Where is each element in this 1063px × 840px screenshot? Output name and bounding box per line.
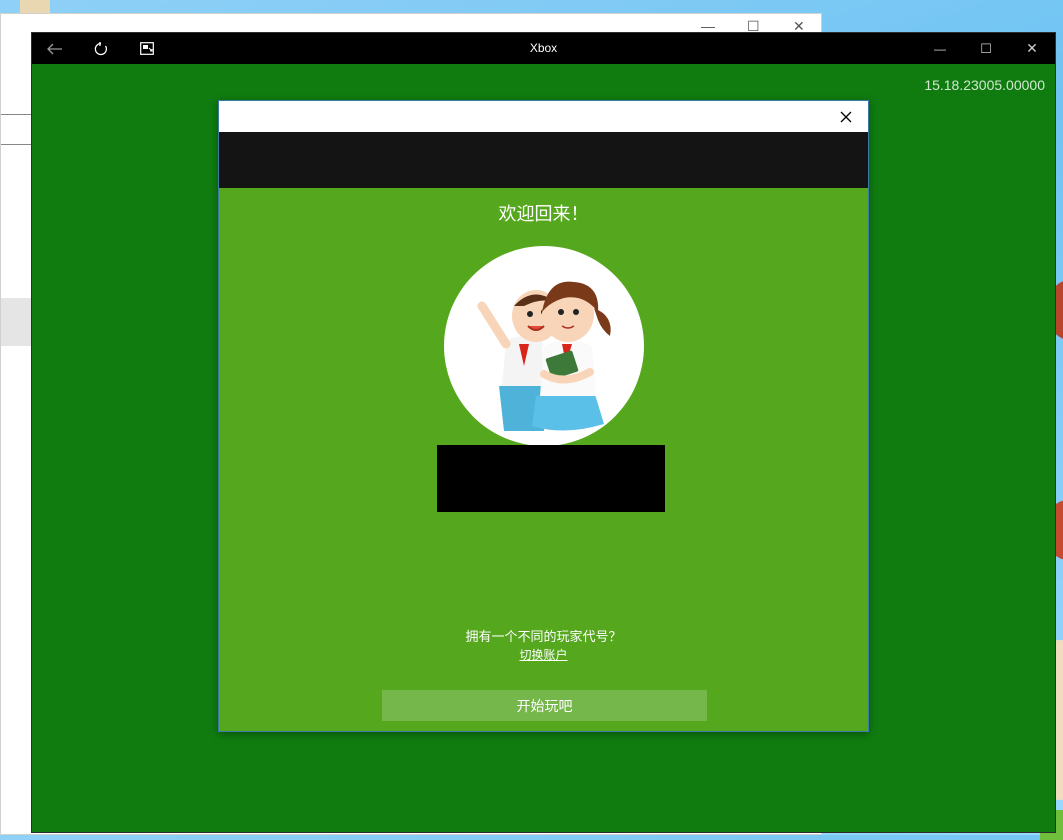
dialog-header — [219, 101, 868, 132]
refresh-icon — [94, 41, 107, 55]
close-window-button[interactable]: ✕ — [1009, 33, 1055, 64]
title-bar: Xbox — ☐ ✕ — [32, 33, 1055, 64]
dialog-close-button[interactable] — [834, 105, 858, 129]
different-gamertag-prompt: 拥有一个不同的玩家代号？ — [465, 629, 622, 644]
welcome-heading: 欢迎回来！ — [498, 204, 589, 224]
back-button[interactable] — [32, 33, 78, 64]
refresh-button[interactable] — [78, 33, 124, 64]
version-label: 15.18.23005.00000 — [924, 77, 1045, 93]
close-icon — [840, 111, 852, 123]
start-playing-button[interactable]: 开始玩吧 — [382, 690, 707, 721]
avatar-illustration — [477, 281, 611, 431]
minimize-button[interactable]: — — [917, 33, 963, 64]
background-divider — [1, 114, 33, 115]
background-selected-item[interactable] — [1, 298, 32, 346]
switch-account-row: 切换账户 — [219, 646, 868, 663]
gamer-avatar — [444, 246, 644, 446]
back-arrow-icon — [47, 43, 62, 54]
window-title: Xbox — [529, 41, 558, 55]
snap-button[interactable] — [124, 33, 170, 64]
switch-account-link[interactable]: 切换账户 — [519, 648, 567, 662]
welcome-dialog: 欢迎回来！ 拥有一个不同的玩家代号？ 切换账户 开始玩吧 — [218, 100, 869, 732]
xbox-window: Xbox — ☐ ✕ 15.18.23005.00000 欢迎回来！ 拥有一个不… — [31, 32, 1056, 833]
gamertag-redacted — [437, 445, 665, 512]
snap-icon — [140, 42, 154, 55]
background-divider — [1, 144, 33, 145]
maximize-button[interactable]: ☐ — [963, 33, 1009, 64]
dialog-banner — [219, 132, 868, 188]
